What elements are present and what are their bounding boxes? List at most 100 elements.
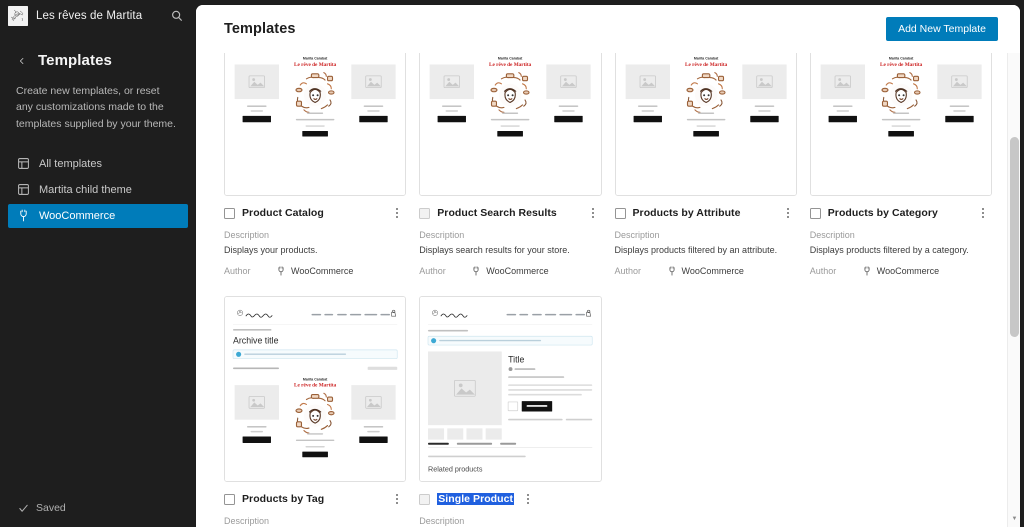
- description-value: Displays products filtered by an attribu…: [614, 244, 778, 255]
- template-preview-thumbnail[interactable]: Marita Carabat Le rêve de Martita: [614, 53, 797, 197]
- main-panel: Templates Add New Template Marita Caraba…: [196, 5, 1020, 527]
- layout-icon: [16, 157, 30, 171]
- author-value-wrap: WooCommerce: [862, 266, 939, 276]
- template-card[interactable]: Title Related products Single Product De…: [419, 296, 602, 527]
- plug-icon: [276, 266, 286, 276]
- template-author-block: Author WooCommerce: [224, 266, 406, 276]
- plug-icon: [16, 209, 30, 223]
- template-preview-thumbnail[interactable]: Marita Carabat Le rêve de Martita: [224, 53, 407, 197]
- template-checkbox[interactable]: [809, 207, 821, 219]
- more-vertical-icon[interactable]: [390, 205, 404, 221]
- svg-text:Related products: Related products: [428, 465, 483, 474]
- author-label: Author: [809, 266, 837, 277]
- sidebar-item-label: All templates: [39, 157, 102, 170]
- save-status[interactable]: Saved: [0, 489, 196, 527]
- template-card[interactable]: Marita Carabat Le rêve de Martita Produc…: [419, 53, 602, 276]
- template-card-header: Products by Category: [809, 205, 992, 221]
- svg-text:Le rêve de Martita: Le rêve de Martita: [489, 62, 532, 68]
- sidebar-item-woocommerce[interactable]: WooCommerce: [8, 203, 188, 228]
- template-checkbox[interactable]: [224, 207, 235, 219]
- template-description-block: Description Displays products filtered b…: [224, 515, 406, 527]
- author-value-wrap: WooCommerce: [471, 266, 549, 276]
- template-author-block: Author WooCommerce: [810, 266, 992, 276]
- template-name[interactable]: Single Product: [437, 493, 515, 506]
- template-card-header: Product Catalog: [224, 205, 406, 221]
- svg-text:Marita Carabat: Marita Carabat: [498, 57, 523, 61]
- template-card[interactable]: Marita Carabat Le rêve de Martita Produc…: [809, 53, 992, 276]
- template-preview-thumbnail[interactable]: Title Related products: [419, 296, 602, 483]
- template-name[interactable]: Products by Attribute: [633, 207, 774, 219]
- description-label: Description: [614, 230, 660, 241]
- more-vertical-icon[interactable]: [781, 205, 795, 221]
- layout-icon: [16, 183, 30, 197]
- search-icon[interactable]: [166, 5, 188, 27]
- template-card[interactable]: Marita Carabat Le rêve de Martita Produc…: [224, 53, 407, 276]
- author-label: Author: [224, 266, 251, 277]
- description-value: Displays search results for your store.: [419, 244, 570, 255]
- sidebar-item-martita-child-theme[interactable]: Martita child theme: [8, 178, 188, 202]
- svg-text:Le rêve de Martita: Le rêve de Martita: [294, 62, 337, 68]
- sidebar-site-header: Les rêves de Martita: [0, 0, 196, 32]
- template-preview-thumbnail[interactable]: Archive title Marita Carabat Le rêve de …: [224, 296, 407, 483]
- svg-text:Marita Carabat: Marita Carabat: [303, 377, 328, 381]
- author-label: Author: [614, 266, 642, 277]
- chevron-left-icon[interactable]: [16, 54, 28, 68]
- sidebar-nav-list: All templates Martita child theme WooCom…: [8, 152, 188, 228]
- template-description-block: Description Displays search results for …: [419, 229, 601, 257]
- template-checkbox[interactable]: [419, 207, 431, 219]
- template-checkbox[interactable]: [614, 207, 626, 219]
- template-checkbox[interactable]: [224, 493, 235, 505]
- description-value: Displays your products.: [224, 244, 318, 255]
- more-vertical-icon[interactable]: [976, 205, 990, 221]
- panel-description: Create new templates, or reset any custo…: [16, 85, 176, 130]
- template-name[interactable]: Products by Tag: [242, 493, 383, 505]
- description-label: Description: [419, 230, 465, 241]
- panel-title: Templates: [38, 52, 112, 69]
- vertical-scrollbar[interactable]: ▲ ▼: [1007, 5, 1020, 527]
- check-icon: [18, 503, 29, 514]
- svg-text:Archive title: Archive title: [233, 336, 279, 346]
- site-logo-sketch-icon[interactable]: [8, 6, 28, 26]
- template-preview-thumbnail[interactable]: Marita Carabat Le rêve de Martita: [419, 53, 602, 197]
- scrollbar-thumb[interactable]: [1010, 137, 1019, 337]
- template-description-block: Description Displays products filtered b…: [810, 229, 992, 257]
- svg-text:Marita Carabat: Marita Carabat: [693, 57, 718, 61]
- template-description-block: Description Displays your products.: [224, 229, 406, 257]
- scroll-down-arrow-icon[interactable]: ▼: [1008, 512, 1020, 525]
- sidebar: Les rêves de Martita Templates Create ne…: [0, 0, 196, 527]
- author-value-wrap: WooCommerce: [667, 266, 744, 276]
- add-new-template-button[interactable]: Add New Template: [886, 16, 998, 42]
- templates-grid: Marita Carabat Le rêve de Martita Produc…: [224, 53, 992, 527]
- svg-text:Le rêve de Martita: Le rêve de Martita: [294, 383, 337, 389]
- main-header: Templates Add New Template: [196, 5, 1020, 53]
- author-label: Author: [419, 266, 446, 277]
- template-name[interactable]: Product Search Results: [437, 207, 578, 219]
- template-card-header: Single Product: [419, 491, 601, 507]
- template-checkbox[interactable]: [419, 493, 431, 505]
- template-card[interactable]: Archive title Marita Carabat Le rêve de …: [224, 296, 407, 527]
- sidebar-item-all-templates[interactable]: All templates: [8, 152, 188, 176]
- plug-icon: [471, 266, 481, 276]
- template-author-block: Author WooCommerce: [615, 266, 797, 276]
- templates-scroll-area[interactable]: Marita Carabat Le rêve de Martita Produc…: [196, 53, 1020, 527]
- template-card[interactable]: Marita Carabat Le rêve de Martita Produc…: [614, 53, 797, 276]
- more-vertical-icon[interactable]: [586, 205, 600, 221]
- template-card-header: Product Search Results: [419, 205, 601, 221]
- template-name[interactable]: Products by Category: [828, 207, 969, 219]
- description-label: Description: [224, 230, 270, 241]
- save-status-label: Saved: [36, 502, 66, 514]
- template-author-block: Author WooCommerce: [419, 266, 601, 276]
- svg-text:Title: Title: [508, 355, 524, 365]
- panel-header: Templates: [16, 52, 180, 69]
- description-label: Description: [809, 230, 855, 241]
- author-value-wrap: WooCommerce: [276, 266, 353, 276]
- svg-text:Le rêve de Martita: Le rêve de Martita: [880, 62, 923, 68]
- template-card-header: Products by Tag: [224, 491, 406, 507]
- site-title: Les rêves de Martita: [36, 10, 143, 22]
- template-preview-thumbnail[interactable]: Marita Carabat Le rêve de Martita: [809, 53, 992, 197]
- main-panel-wrapper: Templates Add New Template Marita Caraba…: [196, 0, 1024, 527]
- more-vertical-icon[interactable]: [390, 491, 404, 507]
- template-name[interactable]: Product Catalog: [242, 207, 383, 219]
- more-vertical-icon[interactable]: [521, 491, 535, 507]
- svg-text:Marita Carabat: Marita Carabat: [889, 57, 914, 61]
